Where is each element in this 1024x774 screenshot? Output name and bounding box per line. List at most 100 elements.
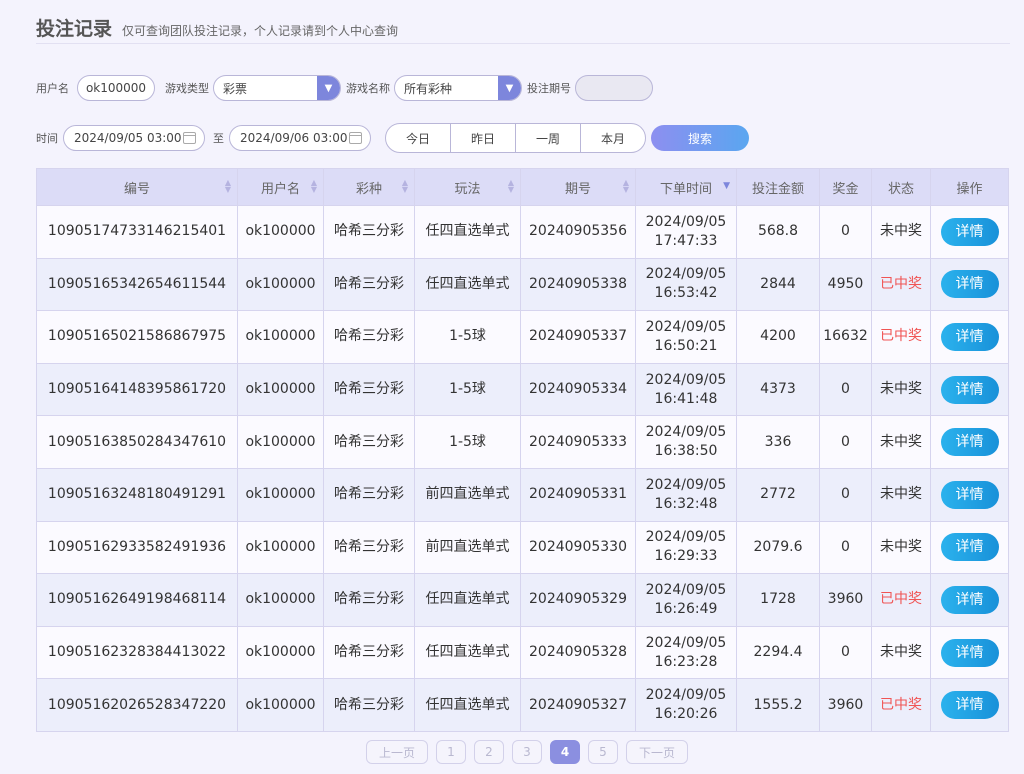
issue-input[interactable] xyxy=(575,75,653,101)
detail-button[interactable]: 详情 xyxy=(940,480,999,509)
detail-button[interactable]: 详情 xyxy=(940,428,999,457)
range-month-button[interactable]: 本月 xyxy=(580,124,645,152)
column-header-issue[interactable]: 期号 ▲ ▼ xyxy=(520,168,636,206)
detail-button[interactable]: 详情 xyxy=(940,638,999,667)
column-header-lottery[interactable]: 彩种 ▲ ▼ xyxy=(323,168,415,206)
cell-action: 详情 xyxy=(930,520,1009,575)
page-5-button[interactable]: 5 xyxy=(588,740,618,764)
cell-action: 详情 xyxy=(930,573,1009,627)
cell-user: ok100000 xyxy=(237,678,324,732)
cell-order-time: 2024/09/05 16:23:28 xyxy=(635,625,737,680)
cell-lottery: 哈希三分彩 xyxy=(323,415,415,469)
cell-play: 前四直选单式 xyxy=(414,467,521,522)
detail-button[interactable]: 详情 xyxy=(940,375,999,404)
prev-page-button[interactable]: 上一页 xyxy=(366,740,428,764)
cell-play: 1-5球 xyxy=(414,362,521,417)
page-1-button[interactable]: 1 xyxy=(436,740,466,764)
pagination: 上一页 1 2 3 4 5 下一页 xyxy=(366,740,696,764)
cell-status: 未中奖 xyxy=(871,415,931,469)
start-time-value: 2024/09/05 03:00 xyxy=(74,131,182,145)
cell-play: 任四直选单式 xyxy=(414,257,521,312)
page-3-button[interactable]: 3 xyxy=(512,740,542,764)
cell-user: ok100000 xyxy=(237,625,324,680)
cell-prize: 0 xyxy=(819,415,872,469)
next-page-button[interactable]: 下一页 xyxy=(626,740,688,764)
cell-order-time: 2024/09/05 16:26:49 xyxy=(635,573,737,627)
cell-amount: 2079.6 xyxy=(736,520,820,575)
table-row: 10905162328384413022 ok100000 哈希三分彩 任四直选单式 2… xyxy=(36,625,1009,680)
cell-amount: 1728 xyxy=(736,573,820,627)
cell-issue: 20240905331 xyxy=(520,467,636,522)
detail-button[interactable]: 详情 xyxy=(940,691,999,720)
range-yesterday-button[interactable]: 昨日 xyxy=(450,124,515,152)
detail-button[interactable]: 详情 xyxy=(940,322,999,351)
cell-lottery: 哈希三分彩 xyxy=(323,467,415,522)
detail-button[interactable]: 详情 xyxy=(940,217,999,246)
cell-user: ok100000 xyxy=(237,205,324,259)
chevron-down-icon: ▼ xyxy=(317,76,340,100)
cell-prize: 0 xyxy=(819,467,872,522)
column-header-amount: 投注金额 xyxy=(736,168,820,206)
table-row: 10905163850284347610 ok100000 哈希三分彩 1-5球 202… xyxy=(36,415,1009,469)
table-body: 10905174733146215401 ok100000 哈希三分彩 任四直选单式 2… xyxy=(36,205,1009,732)
page-4-button[interactable]: 4 xyxy=(550,740,580,764)
column-header-order-time[interactable]: 下单时间 ▼ xyxy=(635,168,737,206)
detail-button[interactable]: 详情 xyxy=(940,585,999,614)
cell-action: 详情 xyxy=(930,678,1009,732)
cell-order-time: 2024/09/05 16:20:26 xyxy=(635,678,737,732)
range-today-button[interactable]: 今日 xyxy=(386,124,450,152)
cell-prize: 0 xyxy=(819,625,872,680)
order-clock: 16:23:28 xyxy=(654,653,718,670)
filter-row-2: 时间 2024/09/05 03:00 至 2024/09/06 03:00 今… xyxy=(36,123,749,153)
cell-amount: 336 xyxy=(736,415,820,469)
cell-issue: 20240905338 xyxy=(520,257,636,312)
end-time-input[interactable]: 2024/09/06 03:00 xyxy=(229,125,371,151)
cell-id: 10905162649198468114 xyxy=(36,573,238,627)
table-row: 10905162026528347220 ok100000 哈希三分彩 任四直选单式 2… xyxy=(36,678,1009,732)
cell-id: 10905163850284347610 xyxy=(36,415,238,469)
search-button[interactable]: 搜索 xyxy=(651,125,749,151)
detail-button[interactable]: 详情 xyxy=(940,270,999,299)
sort-icon: ▲ ▼ xyxy=(622,178,629,194)
start-time-input[interactable]: 2024/09/05 03:00 xyxy=(63,125,205,151)
username-input[interactable]: ok100000 xyxy=(77,75,155,101)
cell-action: 详情 xyxy=(930,467,1009,522)
cell-user: ok100000 xyxy=(237,310,324,364)
table-row: 10905164148395861720 ok100000 哈希三分彩 1-5球 202… xyxy=(36,362,1009,417)
column-header-play[interactable]: 玩法 ▲ ▼ xyxy=(414,168,521,206)
detail-button[interactable]: 详情 xyxy=(940,533,999,562)
table-row: 10905174733146215401 ok100000 哈希三分彩 任四直选单式 2… xyxy=(36,205,1009,259)
cell-id: 10905162933582491936 xyxy=(36,520,238,575)
order-date: 2024/09/05 xyxy=(645,634,727,651)
table-row: 10905165342654611544 ok100000 哈希三分彩 任四直选单式 2… xyxy=(36,257,1009,312)
page-2-button[interactable]: 2 xyxy=(474,740,504,764)
issue-label: 投注期号 xyxy=(527,82,571,95)
game-name-select[interactable]: 所有彩种 ▼ xyxy=(394,75,522,101)
game-type-label: 游戏类型 xyxy=(165,82,209,95)
cell-id: 10905165021586867975 xyxy=(36,310,238,364)
cell-status: 未中奖 xyxy=(871,520,931,575)
cell-id: 10905162026528347220 xyxy=(36,678,238,732)
filter-row-1: 用户名 ok100000 游戏类型 彩票 ▼ 游戏名称 所有彩种 ▼ 投注期号 xyxy=(36,74,653,102)
header-divider xyxy=(36,43,1010,44)
column-header-user[interactable]: 用户名 ▲ ▼ xyxy=(237,168,324,206)
cell-id: 10905162328384413022 xyxy=(36,625,238,680)
order-clock: 16:41:48 xyxy=(654,390,718,407)
order-clock: 16:32:48 xyxy=(654,495,718,512)
range-week-button[interactable]: 一周 xyxy=(515,124,580,152)
cell-prize: 0 xyxy=(819,205,872,259)
game-name-value: 所有彩种 xyxy=(404,81,453,96)
cell-order-time: 2024/09/05 16:41:48 xyxy=(635,362,737,417)
chevron-down-icon: ▼ xyxy=(498,76,521,100)
cell-order-time: 2024/09/05 16:32:48 xyxy=(635,467,737,522)
cell-id: 10905164148395861720 xyxy=(36,362,238,417)
cell-action: 详情 xyxy=(930,415,1009,469)
order-date: 2024/09/05 xyxy=(645,318,727,335)
column-header-id[interactable]: 编号 ▲ ▼ xyxy=(36,168,238,206)
table-row: 10905165021586867975 ok100000 哈希三分彩 1-5球 202… xyxy=(36,310,1009,364)
cell-amount: 1555.2 xyxy=(736,678,820,732)
game-type-select[interactable]: 彩票 ▼ xyxy=(213,75,341,101)
cell-order-time: 2024/09/05 16:50:21 xyxy=(635,310,737,364)
cell-status: 已中奖 xyxy=(871,678,931,732)
cell-amount: 2772 xyxy=(736,467,820,522)
